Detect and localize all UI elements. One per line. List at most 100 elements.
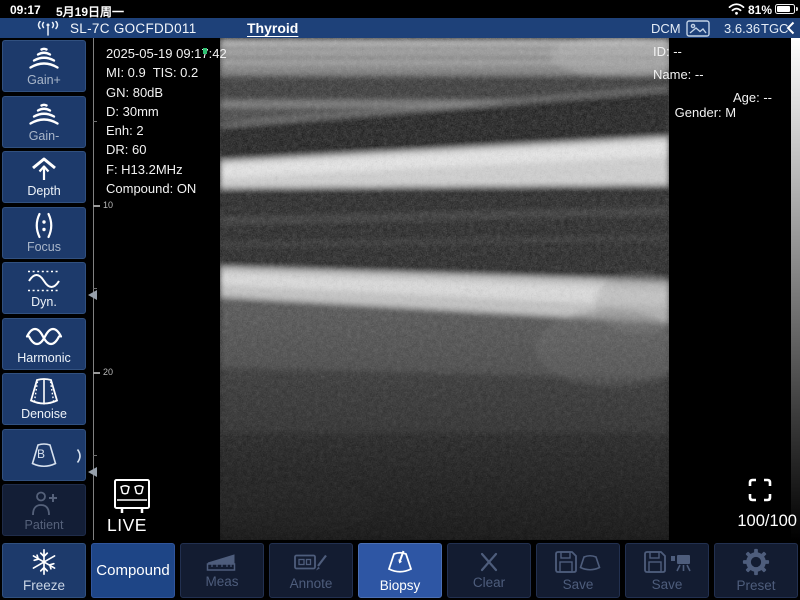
record-indicator-dot: [203, 48, 207, 54]
gear-icon: [742, 548, 770, 576]
ruler-label-10: 10: [103, 200, 113, 210]
battery-icon: [775, 4, 795, 14]
ruler-tick: [93, 288, 97, 289]
chevron-right-icon: [76, 448, 83, 464]
status-bar: 09:17 5月19日周一 81%: [0, 0, 800, 18]
ultrasound-image[interactable]: [220, 38, 669, 540]
dcm-label[interactable]: DCM: [651, 21, 681, 36]
acquisition-timestamp: 2025-05-19 09:17:42: [106, 44, 227, 63]
sidebar-button-patient[interactable]: Patient: [2, 484, 86, 536]
toolbar-button-biopsy[interactable]: Biopsy: [358, 543, 442, 598]
sidebar-label: Patient: [25, 519, 64, 532]
focus-marker: [88, 290, 97, 300]
sidebar-label: Focus: [27, 241, 61, 254]
patient-icon: [29, 489, 59, 517]
toolbar-button-save-image[interactable]: Save: [536, 543, 620, 598]
toolbar-label: Annote: [290, 577, 333, 591]
machine-icon: [112, 478, 152, 515]
sidebar-button-gain-minus[interactable]: Gain-: [2, 96, 86, 148]
toolbar-label: Meas: [205, 575, 238, 589]
toolbar-button-preset[interactable]: Preset: [714, 543, 798, 598]
save-cine-icon: [642, 549, 692, 575]
param-line-frequency: F: H13.2MHz: [106, 160, 227, 179]
param-line-dynamic-range: DR: 60: [106, 140, 227, 159]
sidebar-label: Harmonic: [17, 352, 71, 365]
sidebar-label: Dyn.: [31, 296, 57, 309]
patient-info: ID: -- Name: -- Gender: M Age: --: [653, 44, 736, 113]
toolbar-label: Save: [563, 578, 594, 592]
ruler-label-20: 20: [103, 367, 113, 377]
patient-age: Age: --: [733, 90, 772, 105]
tgc-chevron-icon[interactable]: [786, 21, 795, 35]
b-mode-letter: B: [3, 447, 79, 461]
status-time: 09:17: [10, 3, 41, 17]
patient-gender: Gender: M: [675, 105, 736, 120]
sidebar-label: Depth: [27, 185, 60, 198]
focus-marker: [88, 467, 97, 477]
ruler-tick: [93, 372, 100, 374]
sidebar-label: Gain+: [27, 74, 61, 87]
toolbar-button-compound[interactable]: Compound: [91, 543, 175, 598]
depth-icon: [29, 156, 59, 183]
ultrasound-app-screen: 09:17 5月19日周一 81% SL-7C GOCFDD011 Thyroi…: [0, 0, 800, 600]
app-version: 3.6.36: [724, 21, 760, 36]
sidebar-button-dynamic-range[interactable]: Dyn.: [2, 262, 86, 314]
app-header: SL-7C GOCFDD011 Thyroid DCM 3.6.36 TGC: [0, 18, 800, 38]
dynamic-range-icon: [26, 268, 62, 294]
toolbar-label: Biopsy: [380, 579, 421, 593]
param-line-mi-tis: MI: 0.9 TIS: 0.2: [106, 63, 227, 82]
clear-x-icon: [478, 551, 500, 573]
save-image-icon: [553, 549, 603, 575]
probe-name[interactable]: SL-7C GOCFDD011: [70, 21, 197, 36]
sidebar-button-denoise[interactable]: Denoise: [2, 373, 86, 425]
battery-percent: 81%: [748, 3, 772, 17]
gain-plus-icon: [27, 46, 61, 72]
annotation-icon: [293, 551, 329, 574]
dcm-export-icon[interactable]: [686, 20, 710, 37]
patient-name: Name: --: [653, 67, 736, 80]
denoise-icon: [26, 377, 62, 406]
sidebar-label: Gain-: [29, 130, 60, 143]
frame-counter: 100/100: [737, 512, 797, 531]
fullscreen-icon[interactable]: [747, 477, 773, 503]
toolbar-label: Save: [652, 578, 683, 592]
ruler-tick: [93, 455, 97, 456]
toolbar-button-meas[interactable]: Meas: [180, 543, 264, 598]
live-indicator: LIVE: [107, 515, 147, 536]
param-line-depth: D: 30mm: [106, 102, 227, 121]
sidebar-label: Denoise: [21, 408, 67, 421]
sidebar-button-b-mode[interactable]: B: [2, 429, 86, 481]
toolbar-button-clear[interactable]: Clear: [447, 543, 531, 598]
battery-nub: [796, 7, 798, 11]
sidebar-button-focus[interactable]: Focus: [2, 207, 86, 259]
toolbar-label: Freeze: [23, 579, 65, 593]
wifi-icon: [728, 3, 745, 15]
exam-preset-title[interactable]: Thyroid: [247, 20, 298, 36]
imaging-params: 2025-05-19 09:17:42 MI: 0.9 TIS: 0.2 GN:…: [106, 44, 227, 198]
param-line-compound: Compound: ON: [106, 179, 227, 198]
toolbar-button-save-cine[interactable]: Save: [625, 543, 709, 598]
harmonic-icon: [24, 323, 64, 350]
param-line-gain: GN: 80dB: [106, 83, 227, 102]
depth-ruler: [93, 38, 94, 540]
patient-id: ID: --: [653, 44, 736, 57]
measure-ruler-icon: [204, 552, 240, 572]
sidebar-button-depth[interactable]: Depth: [2, 151, 86, 203]
snowflake-icon: [30, 548, 58, 576]
ruler-tick: [93, 121, 97, 122]
biopsy-needle-icon: [383, 549, 417, 576]
ruler-tick: [93, 205, 100, 207]
toolbar-button-freeze[interactable]: Freeze: [2, 543, 86, 598]
param-line-enhance: Enh: 2: [106, 121, 227, 140]
sidebar-button-gain-plus[interactable]: Gain+: [2, 40, 86, 92]
probe-signal-icon: [36, 21, 60, 36]
toolbar-label: Compound: [96, 563, 169, 578]
gain-minus-icon: [27, 102, 61, 128]
grayscale-bar: [791, 38, 800, 540]
sidebar-button-harmonic[interactable]: Harmonic: [2, 318, 86, 370]
focus-icon: [29, 212, 59, 239]
tgc-label[interactable]: TGC: [761, 21, 788, 36]
toolbar-label: Preset: [736, 579, 775, 593]
toolbar-label: Clear: [473, 576, 505, 590]
toolbar-button-annote[interactable]: Annote: [269, 543, 353, 598]
